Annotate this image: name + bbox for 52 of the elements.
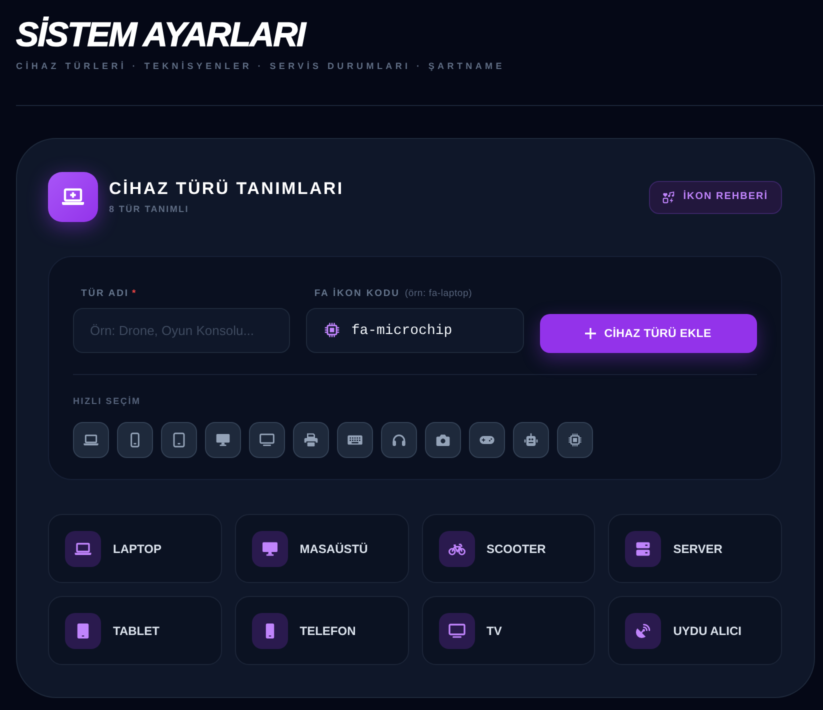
- chip-icon: [323, 321, 342, 339]
- device-type-name: MASAÜSTÜ: [300, 542, 368, 556]
- chip-icon: [567, 432, 583, 448]
- icon-pick-button[interactable]: [425, 422, 461, 458]
- robot-icon: [523, 432, 539, 448]
- page-subtitle: CİHAZ TÜRLERİ · TEKNİSYENLER · SERVİS DURUMLARI · ŞARTNAME: [16, 60, 505, 72]
- quick-pick-label: HIZLI SEÇİM: [73, 395, 141, 407]
- headphones-icon: [391, 432, 407, 448]
- field-hint: (örn: fa-laptop): [404, 288, 472, 300]
- field-label: TÜR ADI *: [81, 288, 138, 300]
- server-icon: [625, 530, 662, 566]
- device-type-name: TABLET: [113, 624, 160, 638]
- icon-pick-button[interactable]: [293, 422, 329, 458]
- camera-icon: [435, 432, 451, 448]
- laptop-plus-icon: [48, 172, 98, 222]
- type-count: 8 TÜR TANIMLI: [109, 203, 189, 215]
- icon-pick-button[interactable]: [161, 422, 197, 458]
- satellite-dish-icon: [625, 612, 662, 648]
- add-type-button[interactable]: CİHAZ TÜRÜ EKLE: [540, 314, 757, 353]
- tv-icon: [259, 432, 275, 448]
- icon-pick-button[interactable]: [513, 422, 549, 458]
- device-type-name: SERVER: [673, 542, 722, 556]
- icon-code-field[interactable]: fa-microchip: [306, 308, 524, 353]
- icon-pick-button[interactable]: [557, 422, 593, 458]
- icon-pick-button[interactable]: [205, 422, 241, 458]
- icon-pick-button[interactable]: [249, 422, 285, 458]
- icon-pick-button[interactable]: [73, 422, 109, 458]
- bicycle-icon: [438, 530, 474, 566]
- tablet-icon: [65, 612, 101, 648]
- monitor-icon: [252, 530, 288, 566]
- device-type-name: TV: [486, 624, 502, 638]
- device-type-name: SCOOTER: [486, 542, 546, 556]
- field-label: FA İKON KODU: [314, 288, 400, 300]
- tablet-icon: [171, 432, 187, 448]
- icon-pick-button[interactable]: [337, 422, 373, 458]
- icon-pick-button[interactable]: [381, 422, 417, 458]
- laptop-icon: [83, 432, 99, 448]
- device-type-name: TELEFON: [300, 624, 356, 638]
- section-title: CİHAZ TÜRÜ TANIMLARI: [109, 179, 344, 199]
- plus-icon: [585, 328, 596, 339]
- tv-icon: [438, 612, 474, 648]
- icon-guide-button[interactable]: İKON REHBERİ: [649, 180, 782, 214]
- device-type-name: LAPTOP: [113, 542, 162, 556]
- page-title: SİSTEM AYARLARI: [16, 18, 305, 52]
- laptop-icon: [65, 530, 101, 566]
- symbols-icon: [662, 190, 676, 204]
- printer-icon: [303, 432, 319, 448]
- device-type-name: UYDU ALICI: [673, 624, 742, 638]
- icon-pick-button[interactable]: [117, 422, 153, 458]
- monitor-icon: [215, 432, 231, 448]
- icon-pick-button[interactable]: [469, 422, 505, 458]
- phone-icon: [252, 612, 288, 648]
